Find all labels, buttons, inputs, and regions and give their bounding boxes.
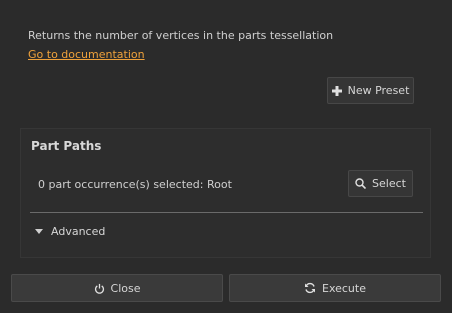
- search-icon: [355, 178, 367, 189]
- panel-title: Part Paths: [31, 139, 102, 153]
- selection-status: 0 part occurrence(s) selected: Root: [38, 178, 232, 191]
- function-description: Returns the number of vertices in the pa…: [28, 29, 334, 42]
- close-button[interactable]: Close: [11, 274, 223, 302]
- advanced-toggle[interactable]: Advanced: [35, 225, 105, 238]
- select-label: Select: [372, 177, 406, 190]
- documentation-link[interactable]: Go to documentation: [28, 48, 145, 61]
- plus-icon: [331, 85, 342, 96]
- triangle-down-icon: [35, 229, 43, 234]
- new-preset-button[interactable]: New Preset: [327, 77, 414, 104]
- divider: [30, 212, 423, 213]
- advanced-label: Advanced: [51, 225, 106, 238]
- execute-label: Execute: [322, 281, 366, 295]
- power-icon: [94, 283, 105, 294]
- new-preset-label: New Preset: [347, 84, 410, 97]
- refresh-icon: [304, 282, 316, 294]
- execute-button[interactable]: Execute: [229, 274, 441, 302]
- dialog: Returns the number of vertices in the pa…: [0, 0, 452, 313]
- close-label: Close: [110, 281, 141, 295]
- part-paths-panel: Part Paths 0 part occurrence(s) selected…: [20, 128, 431, 258]
- select-button[interactable]: Select: [348, 170, 413, 197]
